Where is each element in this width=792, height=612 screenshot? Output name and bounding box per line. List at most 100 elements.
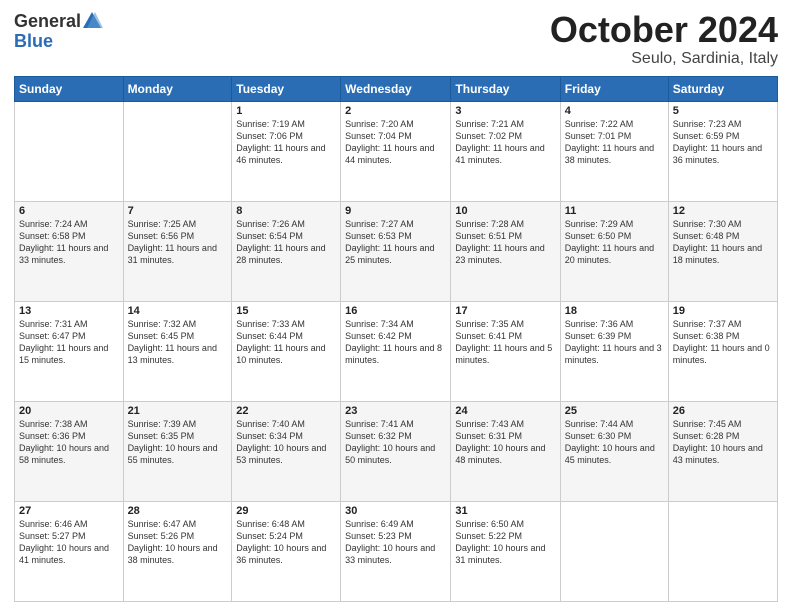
cell-info: Sunrise: 7:31 AMSunset: 6:47 PMDaylight:… (19, 318, 119, 367)
calendar-cell: 3Sunrise: 7:21 AMSunset: 7:02 PMDaylight… (451, 101, 560, 201)
cell-day-number: 21 (128, 405, 228, 417)
calendar-cell: 1Sunrise: 7:19 AMSunset: 7:06 PMDaylight… (232, 101, 341, 201)
cell-day-number: 29 (236, 505, 336, 517)
cell-day-number: 17 (455, 305, 555, 317)
logo-text-general: General (14, 12, 81, 30)
calendar-cell: 10Sunrise: 7:28 AMSunset: 6:51 PMDayligh… (451, 201, 560, 301)
calendar-cell: 28Sunrise: 6:47 AMSunset: 5:26 PMDayligh… (123, 501, 232, 601)
cell-day-number: 1 (236, 105, 336, 117)
col-saturday: Saturday (668, 76, 777, 101)
cell-day-number: 18 (565, 305, 664, 317)
cell-info: Sunrise: 7:33 AMSunset: 6:44 PMDaylight:… (236, 318, 336, 367)
cell-day-number: 3 (455, 105, 555, 117)
cell-info: Sunrise: 7:24 AMSunset: 6:58 PMDaylight:… (19, 218, 119, 267)
cell-info: Sunrise: 6:48 AMSunset: 5:24 PMDaylight:… (236, 518, 336, 567)
calendar-cell: 24Sunrise: 7:43 AMSunset: 6:31 PMDayligh… (451, 401, 560, 501)
cell-day-number: 16 (345, 305, 446, 317)
cell-info: Sunrise: 7:19 AMSunset: 7:06 PMDaylight:… (236, 118, 336, 167)
cell-info: Sunrise: 7:37 AMSunset: 6:38 PMDaylight:… (673, 318, 773, 367)
calendar-cell: 20Sunrise: 7:38 AMSunset: 6:36 PMDayligh… (15, 401, 124, 501)
page: General Blue October 2024 Seulo, Sardini… (0, 0, 792, 612)
header-row: Sunday Monday Tuesday Wednesday Thursday… (15, 76, 778, 101)
cell-day-number: 7 (128, 205, 228, 217)
logo-wrapper: General Blue (14, 10, 103, 50)
calendar-cell: 30Sunrise: 6:49 AMSunset: 5:23 PMDayligh… (341, 501, 451, 601)
cell-info: Sunrise: 7:38 AMSunset: 6:36 PMDaylight:… (19, 418, 119, 467)
col-friday: Friday (560, 76, 668, 101)
month-title: October 2024 (550, 10, 778, 50)
calendar-cell (560, 501, 668, 601)
cell-day-number: 4 (565, 105, 664, 117)
cell-info: Sunrise: 7:40 AMSunset: 6:34 PMDaylight:… (236, 418, 336, 467)
calendar-cell: 16Sunrise: 7:34 AMSunset: 6:42 PMDayligh… (341, 301, 451, 401)
col-monday: Monday (123, 76, 232, 101)
week-row-0: 1Sunrise: 7:19 AMSunset: 7:06 PMDaylight… (15, 101, 778, 201)
cell-info: Sunrise: 7:21 AMSunset: 7:02 PMDaylight:… (455, 118, 555, 167)
calendar-cell: 11Sunrise: 7:29 AMSunset: 6:50 PMDayligh… (560, 201, 668, 301)
col-thursday: Thursday (451, 76, 560, 101)
logo: General Blue (14, 10, 103, 50)
week-row-1: 6Sunrise: 7:24 AMSunset: 6:58 PMDaylight… (15, 201, 778, 301)
col-sunday: Sunday (15, 76, 124, 101)
title-area: October 2024 Seulo, Sardinia, Italy (550, 10, 778, 68)
calendar-cell: 7Sunrise: 7:25 AMSunset: 6:56 PMDaylight… (123, 201, 232, 301)
week-row-2: 13Sunrise: 7:31 AMSunset: 6:47 PMDayligh… (15, 301, 778, 401)
calendar-cell: 14Sunrise: 7:32 AMSunset: 6:45 PMDayligh… (123, 301, 232, 401)
cell-info: Sunrise: 7:23 AMSunset: 6:59 PMDaylight:… (673, 118, 773, 167)
calendar-cell: 29Sunrise: 6:48 AMSunset: 5:24 PMDayligh… (232, 501, 341, 601)
calendar-cell: 21Sunrise: 7:39 AMSunset: 6:35 PMDayligh… (123, 401, 232, 501)
calendar-cell: 13Sunrise: 7:31 AMSunset: 6:47 PMDayligh… (15, 301, 124, 401)
calendar-cell (123, 101, 232, 201)
cell-info: Sunrise: 6:47 AMSunset: 5:26 PMDaylight:… (128, 518, 228, 567)
calendar-cell: 27Sunrise: 6:46 AMSunset: 5:27 PMDayligh… (15, 501, 124, 601)
calendar-cell: 15Sunrise: 7:33 AMSunset: 6:44 PMDayligh… (232, 301, 341, 401)
calendar-cell: 31Sunrise: 6:50 AMSunset: 5:22 PMDayligh… (451, 501, 560, 601)
calendar-cell: 23Sunrise: 7:41 AMSunset: 6:32 PMDayligh… (341, 401, 451, 501)
cell-info: Sunrise: 7:26 AMSunset: 6:54 PMDaylight:… (236, 218, 336, 267)
cell-info: Sunrise: 7:36 AMSunset: 6:39 PMDaylight:… (565, 318, 664, 367)
cell-info: Sunrise: 6:46 AMSunset: 5:27 PMDaylight:… (19, 518, 119, 567)
calendar-cell: 9Sunrise: 7:27 AMSunset: 6:53 PMDaylight… (341, 201, 451, 301)
cell-info: Sunrise: 7:22 AMSunset: 7:01 PMDaylight:… (565, 118, 664, 167)
cell-info: Sunrise: 7:41 AMSunset: 6:32 PMDaylight:… (345, 418, 446, 467)
cell-day-number: 8 (236, 205, 336, 217)
calendar-cell: 17Sunrise: 7:35 AMSunset: 6:41 PMDayligh… (451, 301, 560, 401)
cell-info: Sunrise: 7:28 AMSunset: 6:51 PMDaylight:… (455, 218, 555, 267)
cell-day-number: 28 (128, 505, 228, 517)
cell-day-number: 23 (345, 405, 446, 417)
cell-day-number: 9 (345, 205, 446, 217)
logo-icon (81, 10, 103, 32)
calendar-cell: 19Sunrise: 7:37 AMSunset: 6:38 PMDayligh… (668, 301, 777, 401)
calendar-cell: 12Sunrise: 7:30 AMSunset: 6:48 PMDayligh… (668, 201, 777, 301)
cell-info: Sunrise: 7:34 AMSunset: 6:42 PMDaylight:… (345, 318, 446, 367)
calendar-cell: 25Sunrise: 7:44 AMSunset: 6:30 PMDayligh… (560, 401, 668, 501)
calendar-cell: 5Sunrise: 7:23 AMSunset: 6:59 PMDaylight… (668, 101, 777, 201)
week-row-3: 20Sunrise: 7:38 AMSunset: 6:36 PMDayligh… (15, 401, 778, 501)
cell-day-number: 2 (345, 105, 446, 117)
col-tuesday: Tuesday (232, 76, 341, 101)
cell-info: Sunrise: 7:20 AMSunset: 7:04 PMDaylight:… (345, 118, 446, 167)
calendar-cell: 8Sunrise: 7:26 AMSunset: 6:54 PMDaylight… (232, 201, 341, 301)
calendar-cell: 6Sunrise: 7:24 AMSunset: 6:58 PMDaylight… (15, 201, 124, 301)
cell-day-number: 22 (236, 405, 336, 417)
cell-day-number: 31 (455, 505, 555, 517)
calendar-cell: 18Sunrise: 7:36 AMSunset: 6:39 PMDayligh… (560, 301, 668, 401)
cell-info: Sunrise: 6:49 AMSunset: 5:23 PMDaylight:… (345, 518, 446, 567)
cell-info: Sunrise: 7:39 AMSunset: 6:35 PMDaylight:… (128, 418, 228, 467)
logo-text-blue: Blue (14, 32, 103, 50)
cell-day-number: 19 (673, 305, 773, 317)
cell-info: Sunrise: 7:25 AMSunset: 6:56 PMDaylight:… (128, 218, 228, 267)
cell-info: Sunrise: 7:35 AMSunset: 6:41 PMDaylight:… (455, 318, 555, 367)
cell-day-number: 30 (345, 505, 446, 517)
calendar-cell (668, 501, 777, 601)
cell-day-number: 14 (128, 305, 228, 317)
cell-info: Sunrise: 7:45 AMSunset: 6:28 PMDaylight:… (673, 418, 773, 467)
cell-day-number: 15 (236, 305, 336, 317)
col-wednesday: Wednesday (341, 76, 451, 101)
cell-day-number: 27 (19, 505, 119, 517)
cell-day-number: 12 (673, 205, 773, 217)
cell-info: Sunrise: 7:27 AMSunset: 6:53 PMDaylight:… (345, 218, 446, 267)
cell-day-number: 5 (673, 105, 773, 117)
header: General Blue October 2024 Seulo, Sardini… (14, 10, 778, 68)
cell-info: Sunrise: 7:44 AMSunset: 6:30 PMDaylight:… (565, 418, 664, 467)
